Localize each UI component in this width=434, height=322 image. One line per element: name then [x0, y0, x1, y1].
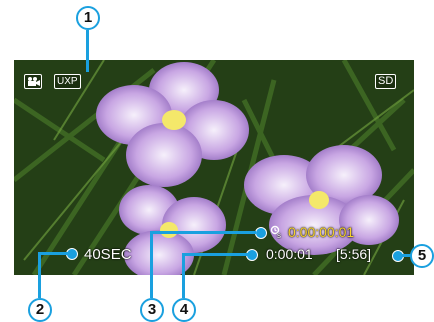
callout-2: 2	[28, 298, 52, 322]
callout-4-line-v	[182, 253, 185, 298]
flower-background	[14, 60, 414, 275]
video-camera-icon	[24, 74, 42, 89]
media-indicator: SD	[375, 74, 397, 89]
callout-2-line-v	[38, 252, 41, 298]
time-lapse-icon: s	[270, 225, 284, 242]
quality-indicator: UXP	[54, 74, 81, 89]
recording-time: 0:00:01	[266, 246, 313, 262]
callout-2-line-h	[38, 252, 68, 255]
callout-3-line-h	[150, 231, 256, 234]
callout-3-line-v	[150, 231, 153, 298]
callout-1: 1	[76, 6, 100, 30]
callout-1-line	[86, 30, 89, 72]
callout-5: 5	[410, 244, 434, 268]
camera-screen: UXP SD s 0:00:00:01 40SEC 0:00:01 [5:56]	[14, 60, 414, 275]
callout-4: 4	[172, 298, 196, 322]
time-lapse-setting: 40SEC	[84, 246, 132, 263]
callout-3: 3	[140, 298, 164, 322]
callout-3-dot	[255, 227, 267, 239]
callout-4-line-h	[182, 253, 248, 256]
interval-counter: 0:00:00:01	[288, 224, 355, 240]
remaining-recording-time: [5:56]	[336, 246, 372, 262]
svg-text:s: s	[277, 231, 281, 239]
